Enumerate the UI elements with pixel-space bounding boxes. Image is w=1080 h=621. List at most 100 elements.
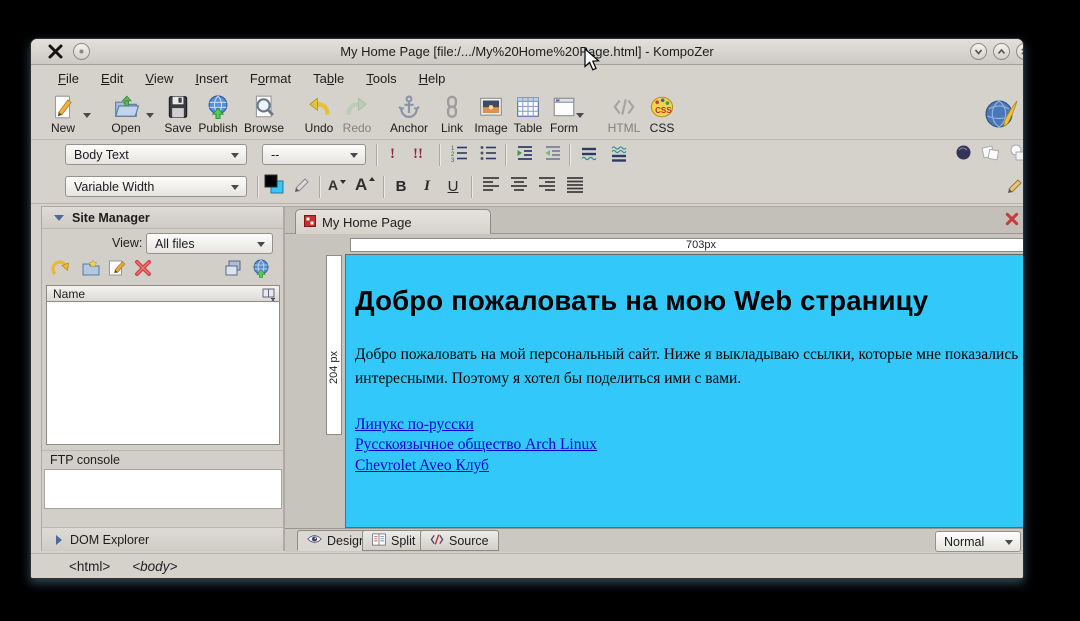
css-class-select[interactable]: -- — [262, 144, 366, 165]
open-dropdown-arrow[interactable] — [146, 113, 154, 118]
bold-button[interactable]: B — [389, 175, 413, 197]
align-justify-button[interactable] — [563, 175, 587, 197]
document-heading[interactable]: Добро пожаловать на мою Web страницу — [355, 285, 1023, 317]
emphasis-button[interactable]: ! — [381, 144, 405, 166]
zoom-level-select[interactable]: Normal — [935, 531, 1021, 552]
toolbar-extra-pencil-button[interactable] — [1003, 175, 1023, 197]
menu-edit[interactable]: Edit — [92, 68, 132, 89]
align-center-button[interactable] — [507, 175, 531, 197]
menu-table[interactable]: Table — [304, 68, 353, 89]
site-manager-header[interactable]: Site Manager — [42, 207, 283, 229]
block-marks-button-a[interactable] — [577, 144, 601, 166]
remove-site-button[interactable] — [132, 259, 154, 281]
menu-file[interactable]: File — [49, 68, 88, 89]
vertical-ruler-value: 204 px — [328, 350, 340, 384]
document-paragraph[interactable]: Добро пожаловать на мой персональный сай… — [355, 343, 1023, 391]
italic-button[interactable]: I — [415, 175, 439, 197]
toolbar-separator — [471, 176, 472, 198]
css-button[interactable]: CSS CSS — [639, 94, 685, 138]
ftp-console-header[interactable]: FTP console — [42, 450, 283, 469]
new-button-label: New — [50, 121, 75, 135]
underline-icon: U — [447, 177, 459, 195]
source-view-tab[interactable]: Source — [420, 530, 499, 551]
view-filter-select[interactable]: All files — [146, 233, 273, 254]
status-bar: <html> <body> — [31, 553, 1023, 578]
strong-emphasis-button[interactable]: !! — [409, 144, 433, 166]
redo-button[interactable]: Redo — [334, 94, 380, 138]
document-tab[interactable]: My Home Page — [295, 209, 491, 234]
open-button[interactable]: Open — [103, 94, 149, 138]
table-grid-icon — [515, 94, 541, 120]
numbered-list-button[interactable]: 123 — [447, 144, 471, 166]
publish-button[interactable]: Publish — [195, 94, 241, 138]
split-view-tab[interactable]: Split — [362, 530, 426, 551]
svg-text:A: A — [328, 177, 338, 193]
toolbar-extra-shapes-button[interactable] — [979, 144, 1003, 166]
indent-button[interactable] — [513, 144, 537, 166]
ftp-console-output — [44, 469, 282, 509]
editor-area: My Home Page 703px 204 px Добро пожалова… — [284, 206, 1023, 552]
anchor-button[interactable]: Anchor — [386, 94, 432, 138]
text-background-color-swatches-icon — [264, 174, 284, 199]
align-left-button[interactable] — [479, 175, 503, 197]
toolbar-separator — [257, 176, 258, 198]
form-dropdown-arrow[interactable] — [576, 113, 584, 118]
paragraph-format-select[interactable]: Body Text — [65, 144, 247, 165]
align-right-button[interactable] — [535, 175, 559, 197]
cascade-windows-button[interactable] — [222, 259, 244, 281]
statusbar-tag-html[interactable]: <html> — [69, 559, 110, 574]
toolbar-extra-shape-button[interactable] — [1007, 144, 1023, 166]
document-link-2[interactable]: Русскоязычное общество Arch Linux — [355, 435, 597, 455]
menu-insert[interactable]: Insert — [186, 68, 237, 89]
document-link-1[interactable]: Линукс по-русски — [355, 415, 474, 435]
document-icon — [304, 214, 316, 230]
save-button-label: Save — [164, 121, 192, 135]
new-site-button[interactable] — [80, 258, 102, 283]
block-squiggle-icon — [609, 143, 629, 168]
outdent-button[interactable] — [541, 144, 565, 166]
new-folder-icon — [81, 258, 101, 283]
toolbar-extra-sphere-button[interactable] — [951, 144, 975, 166]
split-tab-label: Split — [391, 533, 416, 548]
close-tab-icon[interactable] — [1005, 212, 1019, 226]
indent-icon — [515, 143, 535, 168]
font-select[interactable]: Variable Width — [65, 176, 247, 197]
chevron-down-icon — [231, 153, 239, 158]
form-window-icon — [551, 94, 577, 120]
site-manager-toolbar — [42, 257, 283, 283]
image-button-label: Image — [474, 121, 508, 135]
reload-site-button[interactable] — [50, 259, 72, 281]
site-file-list[interactable] — [46, 302, 280, 445]
highlighter-button[interactable] — [289, 175, 313, 197]
redo-button-label: Redo — [342, 121, 372, 135]
underline-button[interactable]: U — [441, 175, 465, 197]
window-maximize-button[interactable] — [993, 43, 1010, 60]
view-mode-bar: Design Split Source Normal — [285, 528, 1023, 552]
new-dropdown-arrow[interactable] — [83, 113, 91, 118]
increase-font-size-button[interactable]: A — [353, 174, 377, 196]
view-label: View: — [112, 236, 143, 250]
name-column-header[interactable]: Name — [46, 285, 280, 302]
bullet-list-button[interactable] — [476, 144, 500, 166]
open-site-globe-button[interactable] — [250, 259, 272, 281]
decrease-font-size-button[interactable]: A — [325, 175, 349, 197]
window-shade-button[interactable] — [970, 43, 987, 60]
statusbar-tag-body[interactable]: <body> — [132, 559, 177, 574]
horizontal-ruler: 703px — [350, 238, 1023, 252]
design-tab-label: Design — [327, 533, 366, 548]
menu-view[interactable]: View — [136, 68, 182, 89]
edit-site-button[interactable] — [106, 259, 128, 281]
form-button-label: Form — [550, 121, 578, 135]
color-picker-button[interactable] — [262, 174, 286, 199]
document-link-3[interactable]: Chevrolet Aveo Клуб — [355, 456, 489, 476]
menu-format[interactable]: Format — [241, 68, 300, 89]
new-button[interactable]: New — [40, 94, 86, 138]
browse-button[interactable]: Browse — [241, 94, 287, 138]
view-filter-value: All files — [155, 236, 195, 251]
menu-tools[interactable]: Tools — [357, 68, 405, 89]
menu-help[interactable]: Help — [410, 68, 455, 89]
block-marks-button-b[interactable] — [607, 144, 631, 166]
dom-explorer-header[interactable]: DOM Explorer — [42, 527, 283, 551]
undo-arrow-icon — [306, 94, 332, 120]
document-canvas[interactable]: Добро пожаловать на мою Web страницу Доб… — [345, 254, 1023, 528]
